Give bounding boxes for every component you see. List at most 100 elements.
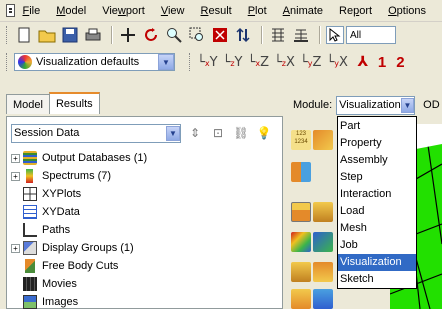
menu-item-rest: odel xyxy=(65,4,87,17)
menu-item-rest: iew xyxy=(167,4,185,17)
tree-item-label: Display Groups (1) xyxy=(42,242,134,254)
module-option-visualization[interactable]: Visualization xyxy=(338,253,416,271)
menu-item[interactable]: Animate xyxy=(283,5,323,17)
results-probe-icon[interactable]: 123 1234 xyxy=(291,130,311,150)
module-dropdown-list: Part Property Assembly Step Interaction Load M… xyxy=(337,116,417,289)
module-option-load[interactable]: Load xyxy=(338,202,416,219)
plot-undeformed-icon[interactable] xyxy=(291,202,311,222)
toolbox-text-2: 1234 xyxy=(294,139,308,145)
menu-item[interactable]: Plot xyxy=(248,5,267,17)
session-data-value: Session Data xyxy=(14,127,80,139)
module-option-assembly[interactable]: Assembly xyxy=(338,151,416,168)
visualization-defaults-select[interactable]: Visualization defaults ▼ xyxy=(14,53,175,71)
toolbar-grip[interactable] xyxy=(6,53,9,71)
box-zoom-icon[interactable] xyxy=(187,25,207,45)
toolbar-grip[interactable] xyxy=(189,53,192,71)
path-tool-icon[interactable] xyxy=(313,289,333,309)
application-menu-icon[interactable] xyxy=(6,4,15,17)
rotate-icon[interactable] xyxy=(141,25,161,45)
view-orientation-icon[interactable]: └yX xyxy=(326,55,347,70)
expand-tree-icon[interactable]: ⊡ xyxy=(209,124,227,142)
module-option-job[interactable]: Job xyxy=(338,237,416,254)
chevron-down-icon[interactable]: ▼ xyxy=(158,54,174,70)
zoom-icon[interactable] xyxy=(164,25,184,45)
view-orientation-icon[interactable]: └zX xyxy=(274,55,295,70)
module-bar: Module: Visualization ▼ OD xyxy=(283,94,442,116)
module-option-step[interactable]: Step xyxy=(338,168,416,185)
tree-item[interactable]: + Display Groups (1) xyxy=(11,239,281,257)
tree-item[interactable]: Images xyxy=(11,293,281,309)
tree-item-label: Paths xyxy=(42,224,71,236)
tree-item[interactable]: Movies xyxy=(11,275,281,293)
viewport-number-2[interactable]: 2 xyxy=(396,54,404,71)
open-folder-icon[interactable] xyxy=(37,25,57,45)
view-axis-label: X xyxy=(286,54,295,70)
view-axis-label: Y xyxy=(234,54,243,70)
module-option-mesh[interactable]: Mesh xyxy=(338,220,416,237)
expand-icon[interactable]: + xyxy=(11,243,20,253)
field-output-icon[interactable] xyxy=(313,130,333,150)
tree-item[interactable]: XYPlots xyxy=(11,185,281,203)
module-option-part[interactable]: Part xyxy=(338,117,416,134)
module-option-sketch[interactable]: Sketch xyxy=(338,271,416,288)
select-cursor-icon[interactable] xyxy=(326,26,344,44)
plot-symbols-icon[interactable] xyxy=(313,232,333,252)
chevron-down-icon[interactable]: ▼ xyxy=(166,125,180,141)
iso-view-icon[interactable]: ⅄ xyxy=(353,52,373,72)
menu-item[interactable]: View xyxy=(161,5,185,17)
menu-item[interactable]: Viewport xyxy=(102,5,145,17)
tab-model[interactable]: Model xyxy=(6,94,50,114)
plot-contours-icon[interactable] xyxy=(291,232,311,252)
print-icon[interactable] xyxy=(83,25,103,45)
tree-item[interactable]: Free Body Cuts xyxy=(11,257,281,275)
menu-item-rest: ptions xyxy=(396,4,426,17)
menu-item-rest: ile xyxy=(29,4,41,17)
animate-icon[interactable] xyxy=(313,262,333,282)
toolbar-grip[interactable] xyxy=(6,26,9,44)
module-option-property[interactable]: Property xyxy=(338,134,416,151)
tree-item[interactable]: Paths xyxy=(11,221,281,239)
filter-tree-icon[interactable]: ⛓ xyxy=(232,124,250,142)
selection-filter-input[interactable]: All xyxy=(346,26,396,44)
menu-item-prefix: Vie xyxy=(102,4,118,17)
path-icon xyxy=(23,223,37,237)
tree-item[interactable]: + Output Databases (1) xyxy=(11,149,281,167)
step-frame-icon[interactable] xyxy=(291,162,311,182)
menu-item[interactable]: Options xyxy=(388,5,426,17)
module-select[interactable]: Visualization ▼ xyxy=(336,95,416,115)
pan-icon[interactable] xyxy=(118,25,138,45)
tree-item[interactable]: XYData xyxy=(11,203,281,221)
expand-icon[interactable]: + xyxy=(11,153,20,163)
tree-item[interactable]: + Spectrums (7) xyxy=(11,167,281,185)
save-icon[interactable] xyxy=(60,25,80,45)
view-orientation-icon[interactable]: └zY xyxy=(223,55,243,70)
auto-fit-icon[interactable] xyxy=(210,25,230,45)
view-orientation-icon[interactable]: └xY xyxy=(197,55,218,70)
menu-item[interactable]: Result xyxy=(201,5,232,17)
query-table-icon[interactable] xyxy=(268,25,288,45)
panel-tabs: Model Results xyxy=(6,92,100,114)
viewport-number-1[interactable]: 1 xyxy=(378,54,386,71)
menu-item-rest: port xyxy=(125,4,145,17)
chevron-down-icon[interactable]: ▼ xyxy=(400,97,415,113)
sort-arrows-icon[interactable]: ⇕ xyxy=(186,124,204,142)
menu-item-rest: esult xyxy=(208,4,232,17)
tree-item-label: XYPlots xyxy=(42,188,82,200)
new-file-icon[interactable] xyxy=(14,25,34,45)
xy-plot-tool-icon[interactable] xyxy=(291,289,311,309)
view-orientation-icon[interactable]: └yZ xyxy=(300,55,321,70)
tab-results[interactable]: Results xyxy=(48,92,100,114)
module-option-interaction[interactable]: Interaction xyxy=(338,185,416,202)
expand-icon[interactable]: + xyxy=(11,171,20,181)
material-orientation-icon[interactable] xyxy=(291,262,311,282)
menu-item[interactable]: Report xyxy=(339,5,372,17)
session-data-select[interactable]: Session Data ▼ xyxy=(11,123,181,143)
view-orientation-icon[interactable]: └xZ xyxy=(248,55,269,70)
cycle-views-icon[interactable] xyxy=(233,25,253,45)
viewport-table-icon[interactable] xyxy=(291,25,311,45)
lightbulb-icon[interactable]: 💡 xyxy=(255,124,273,142)
menu-item[interactable]: File xyxy=(23,5,41,17)
plot-deformed-icon[interactable] xyxy=(313,202,333,222)
menu-item[interactable]: Model xyxy=(56,5,86,17)
image-icon xyxy=(23,295,37,309)
